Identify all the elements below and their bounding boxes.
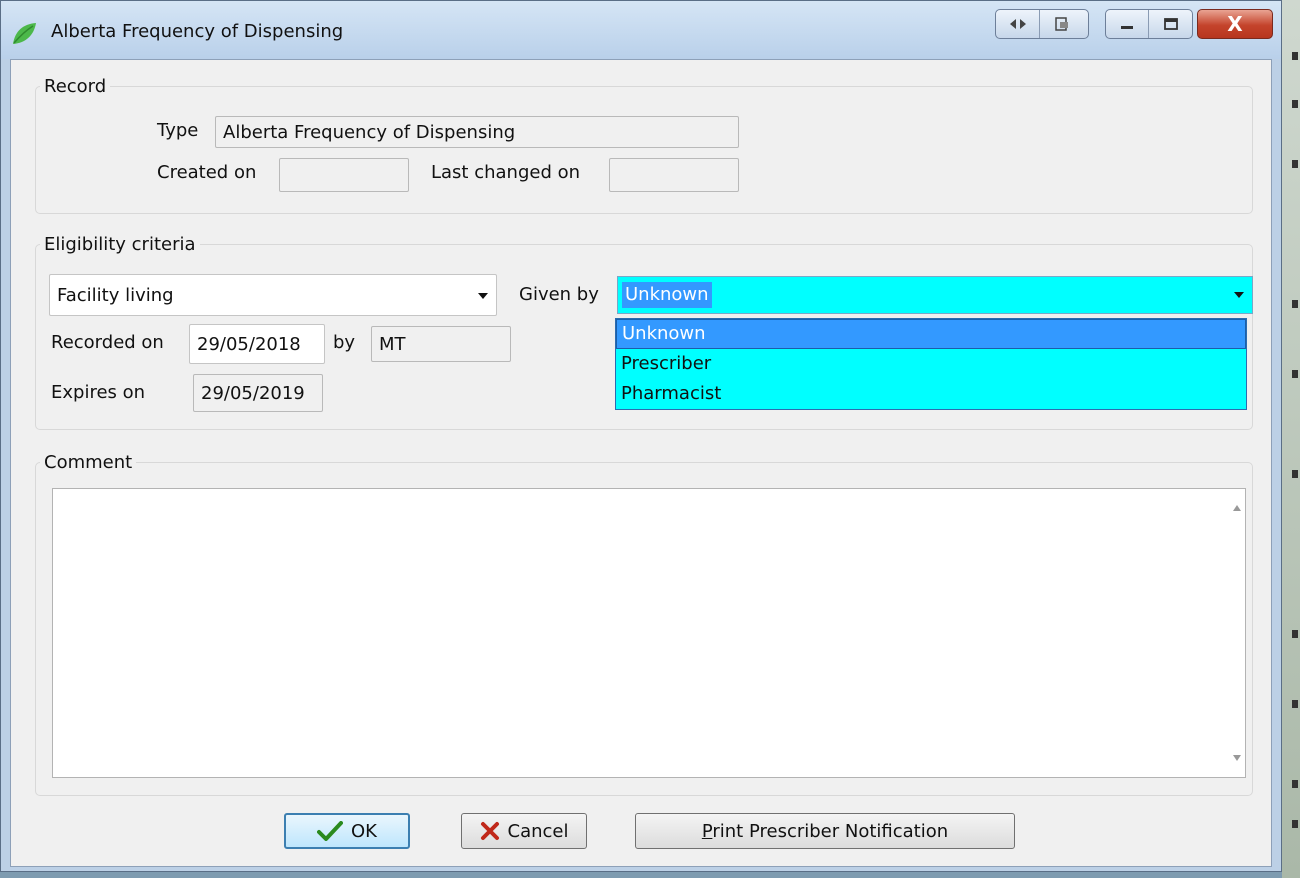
given-by-dropdown-list: Unknown Prescriber Pharmacist [615, 318, 1247, 410]
recorded-on-label: Recorded on [51, 332, 164, 353]
dropdown-option-prescriber[interactable]: Prescriber [616, 349, 1246, 379]
dropdown-option-unknown[interactable]: Unknown [616, 319, 1246, 349]
criteria-combobox[interactable]: Facility living [49, 274, 497, 316]
maximize-icon[interactable] [1149, 10, 1192, 38]
recorded-on-field[interactable]: 29/05/2018 [189, 324, 325, 364]
given-by-value: Unknown [622, 282, 712, 308]
checkmark-icon [317, 821, 343, 841]
scroll-up-icon[interactable] [1233, 505, 1241, 511]
expires-on-label: Expires on [51, 382, 146, 403]
comment-legend: Comment [44, 452, 133, 473]
created-on-label: Created on [157, 162, 257, 183]
criteria-value: Facility living [57, 284, 174, 306]
type-label: Type [157, 120, 199, 141]
close-icon: X [1227, 12, 1243, 36]
dialog-body: Record Type Alberta Frequency of Dispens… [10, 59, 1272, 867]
resize-horizontal-icon[interactable] [996, 10, 1040, 38]
print-label-rest: rint Prescriber Notification [712, 820, 949, 842]
print-prescriber-notification-button[interactable]: Print Prescriber Notification [635, 813, 1015, 849]
by-label: by [333, 332, 356, 353]
cancel-x-icon [480, 822, 499, 840]
close-button[interactable]: X [1197, 9, 1273, 39]
last-changed-field [609, 158, 739, 192]
extra-buttons [995, 9, 1089, 39]
leaf-icon [13, 23, 36, 44]
ok-button[interactable]: OK [284, 813, 410, 849]
given-by-dropdown-button[interactable] [1227, 278, 1251, 312]
given-by-label: Given by [519, 284, 599, 305]
comment-textarea[interactable] [52, 488, 1246, 778]
dialog-window: Alberta Frequency of Dispensing X Record [0, 0, 1282, 872]
dropdown-option-pharmacist[interactable]: Pharmacist [616, 379, 1246, 409]
scroll-down-icon[interactable] [1233, 755, 1241, 761]
last-changed-label: Last changed on [431, 162, 581, 183]
background-desktop [1282, 0, 1300, 878]
created-on-field [279, 158, 409, 192]
print-mnemonic: P [701, 820, 713, 842]
cancel-label: Cancel [507, 820, 569, 842]
window-title: Alberta Frequency of Dispensing [51, 21, 344, 42]
minimize-icon[interactable] [1106, 10, 1150, 38]
ok-label: OK [351, 820, 377, 842]
type-field: Alberta Frequency of Dispensing [215, 116, 739, 148]
cancel-button[interactable]: Cancel [461, 813, 587, 849]
record-legend: Record [44, 76, 107, 97]
by-field: MT [371, 326, 511, 362]
chevron-down-icon [1234, 292, 1244, 298]
restore-window-icon[interactable] [1040, 10, 1084, 38]
print-button-label: Print Prescriber Notification [702, 821, 948, 842]
eligibility-legend: Eligibility criteria [44, 234, 196, 255]
expires-on-field: 29/05/2019 [193, 374, 323, 412]
chevron-down-icon [478, 293, 488, 299]
window-controls [1105, 9, 1193, 39]
given-by-combobox[interactable]: Unknown [617, 276, 1253, 314]
title-bar[interactable]: Alberta Frequency of Dispensing X [1, 1, 1281, 59]
